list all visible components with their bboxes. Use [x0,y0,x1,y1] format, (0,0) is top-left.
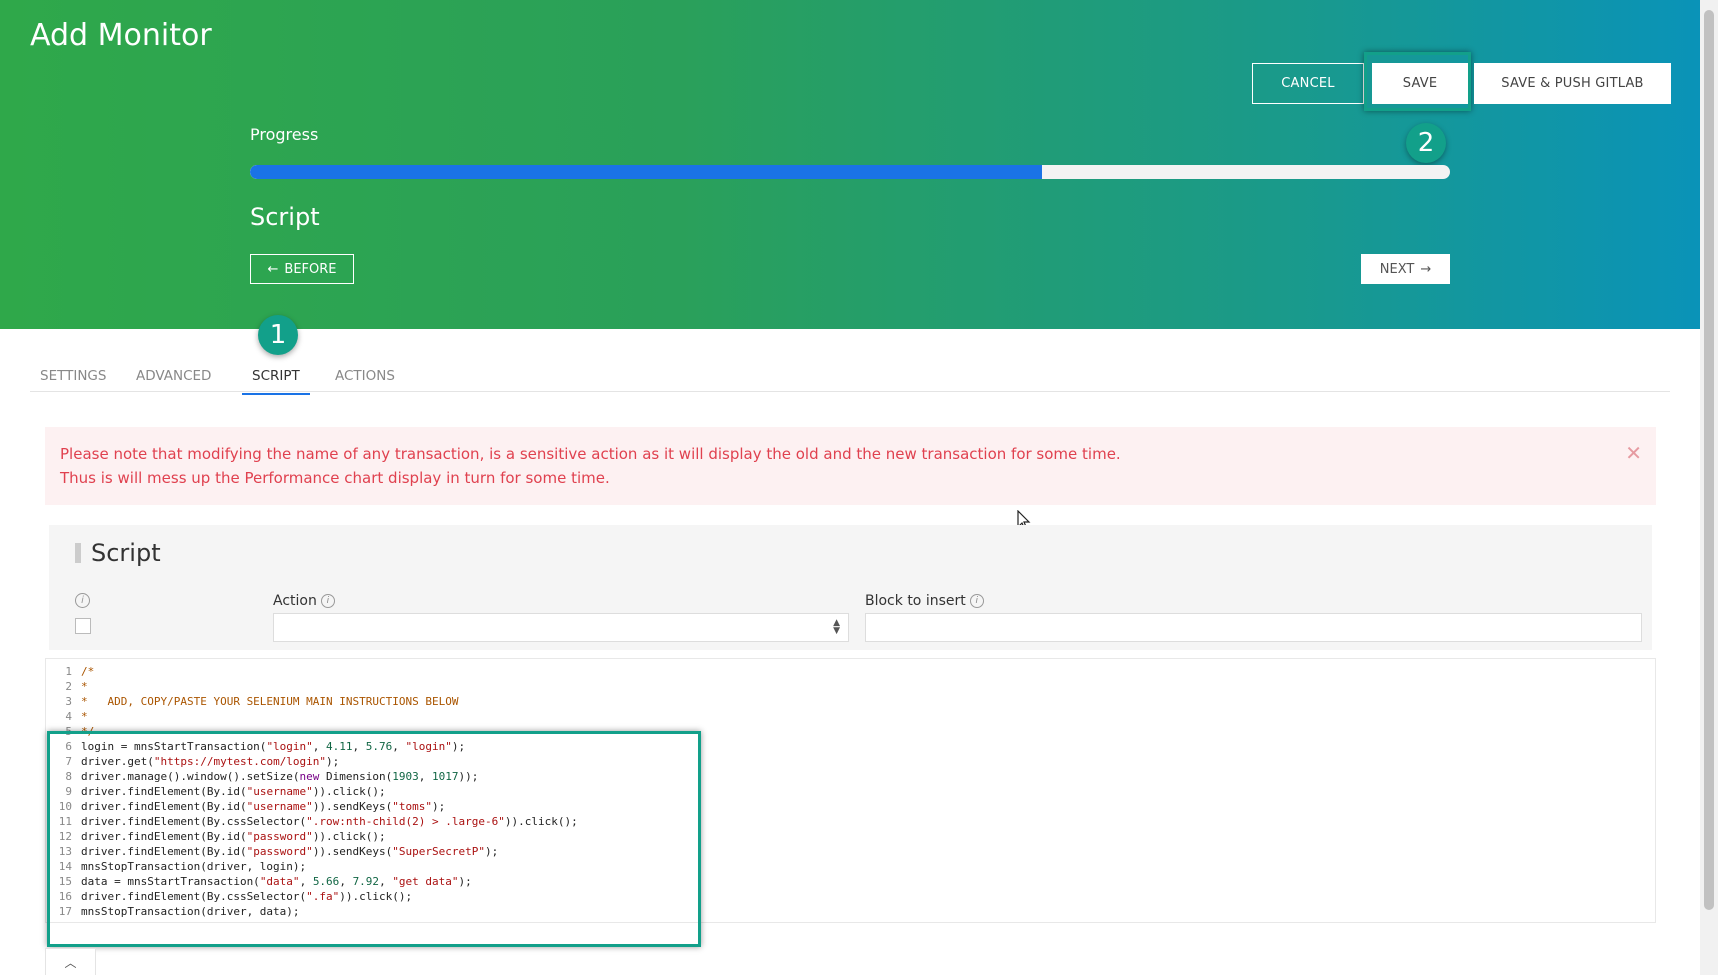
save-push-gitlab-button[interactable]: SAVE & PUSH GITLAB [1474,63,1671,104]
alert-line-2: Thus is will mess up the Performance cha… [60,469,610,487]
code-line[interactable]: * ADD, COPY/PASTE YOUR SELENIUM MAIN INS… [81,694,578,709]
action-select[interactable]: ▲ ▼ [273,613,849,642]
code-highlight-frame [47,731,701,947]
info-icon: i [320,594,335,608]
next-label: NEXT [1379,261,1415,277]
page-title: Add Monitor [30,18,212,53]
tab-settings[interactable]: SETTINGS [30,368,116,393]
before-label: BEFORE [284,261,337,277]
before-button[interactable]: ← BEFORE [250,254,354,284]
progress-label: Progress [250,125,319,144]
line-number: 3 [65,695,72,708]
next-button[interactable]: NEXT → [1361,254,1450,284]
cancel-button[interactable]: CANCEL [1252,63,1364,104]
progress-fill [250,165,1042,179]
block-label: Block to insert i [865,593,984,609]
sort-arrows-icon: ▲ ▼ [833,618,840,636]
tab-advanced[interactable]: ADVANCED [126,368,221,393]
script-heading: Script [75,539,161,567]
save-highlight-frame [1364,52,1471,111]
step-badge-1: 1 [258,315,298,355]
info-icon: i [75,593,90,608]
code-line[interactable]: /* [81,664,578,679]
scrollbar-thumb[interactable] [1704,10,1714,910]
arrow-left-icon: ← [267,261,279,277]
warning-alert: Please note that modifying the name of a… [45,427,1656,505]
section-title: Script [250,203,320,231]
line-number: 1 [65,665,72,678]
chevron-up-icon[interactable]: ︿ [45,948,96,975]
progress-bar [250,165,1450,179]
close-icon[interactable]: ✕ [1625,441,1642,465]
script-heading-label: Script [91,539,161,567]
select-checkbox[interactable] [75,618,91,634]
line-number: 4 [65,710,72,723]
code-line[interactable]: * [81,709,578,724]
block-to-insert-input[interactable] [865,613,1642,642]
tab-bar: SETTINGS ADVANCED SCRIPT ACTIONS [30,360,1670,395]
tab-script[interactable]: SCRIPT [242,368,310,395]
arrow-right-icon: → [1420,261,1432,277]
alert-line-1: Please note that modifying the name of a… [60,445,1121,463]
script-panel: Script i Action i ▲ ▼ Block to insert i [49,525,1652,650]
line-number: 2 [65,680,72,693]
header-banner: Add Monitor CANCEL SAVE SAVE & PUSH GITL… [0,0,1700,329]
heading-bar [75,543,81,563]
tab-actions[interactable]: ACTIONS [325,368,405,393]
action-label: Action i [273,593,335,609]
block-label-text: Block to insert [865,593,966,609]
action-label-text: Action [273,593,317,609]
info-icon: i [969,594,984,608]
code-line[interactable]: * [81,679,578,694]
scrollbar[interactable] [1700,0,1718,975]
step-badge-2: 2 [1406,123,1446,163]
